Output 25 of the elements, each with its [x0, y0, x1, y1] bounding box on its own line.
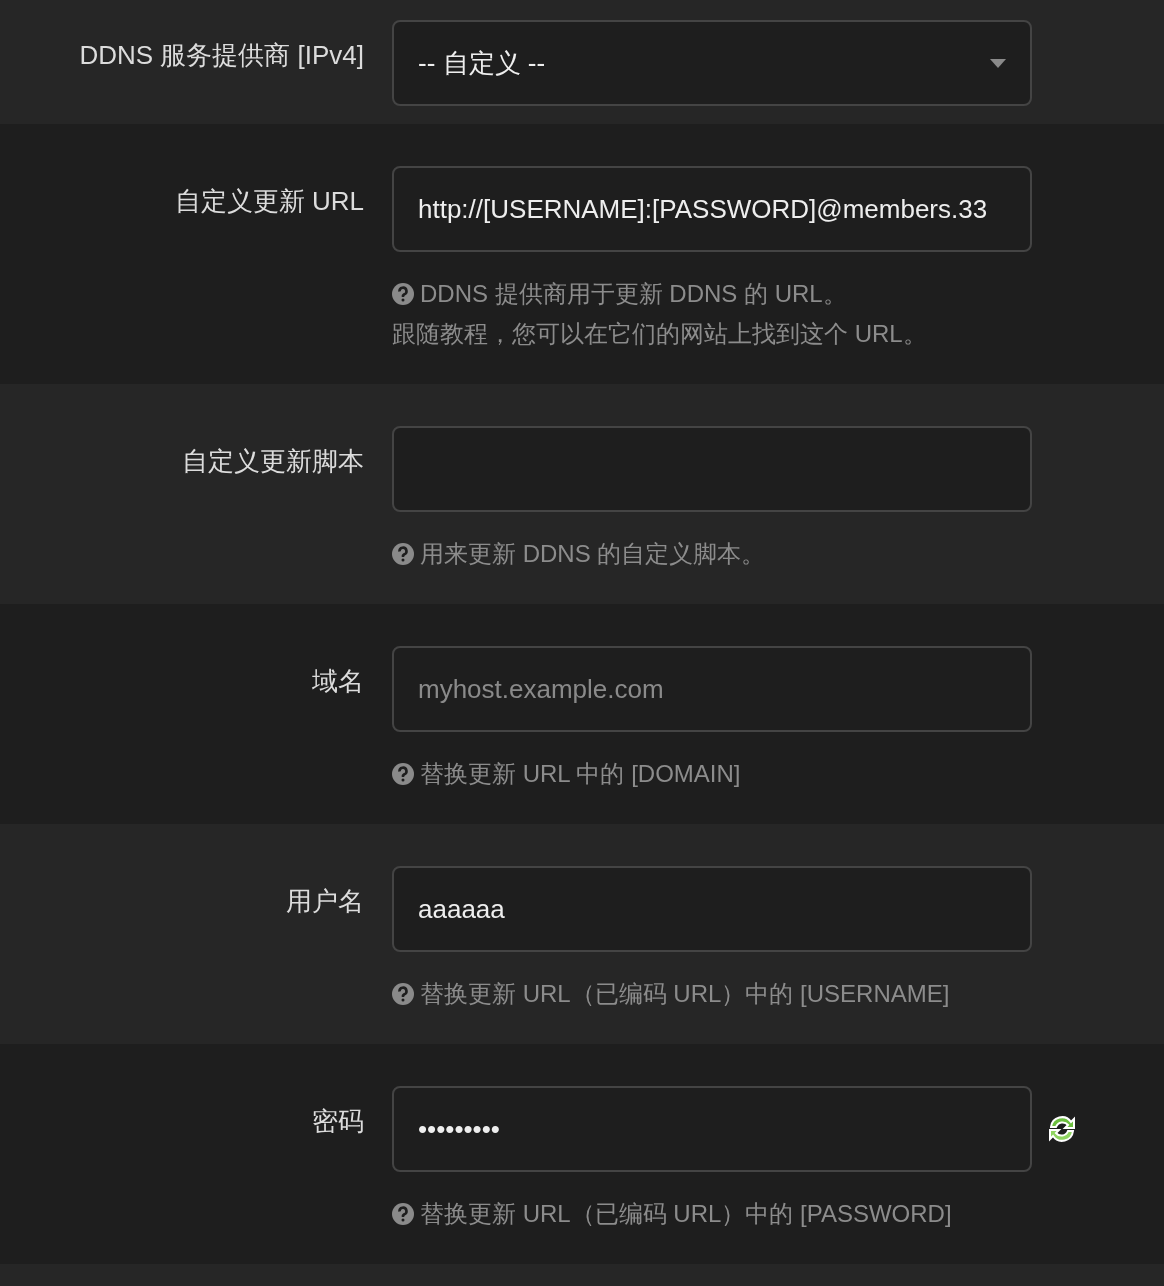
help-icon	[392, 1203, 414, 1225]
help-icon	[392, 543, 414, 565]
field-label: 域名	[311, 665, 364, 698]
field-label: 用户名	[285, 885, 364, 918]
input-field[interactable]	[392, 426, 1032, 512]
help-text: DDNS 提供商用于更新 DDNS 的 URL。	[420, 279, 847, 309]
help-text: 跟随教程，您可以在它们的网站上找到这个 URL。	[392, 319, 927, 349]
field-label: 自定义更新脚本	[181, 445, 364, 478]
input-field[interactable]: •••••••••	[392, 1086, 1032, 1172]
field-label: 自定义更新 URL	[173, 185, 364, 218]
input-field[interactable]: myhost.example.com	[392, 646, 1032, 732]
input-field[interactable]: http://[USERNAME]:[PASSWORD]@members.33	[392, 166, 1032, 252]
help-text: 替换更新 URL（已编码 URL）中的 [PASSWORD]	[420, 1199, 952, 1229]
field-label: DDNS 服务提供商 [IPv4]	[78, 39, 364, 72]
help-text: 替换更新 URL 中的 [DOMAIN]	[420, 759, 741, 789]
caret-icon	[990, 58, 1006, 68]
field-label: 密码	[311, 1105, 364, 1138]
provider-dropdown[interactable]: -- 自定义 --	[392, 20, 1032, 106]
help-icon	[392, 983, 414, 1005]
help-text: 用来更新 DDNS 的自定义脚本。	[420, 539, 766, 569]
help-icon	[392, 283, 414, 305]
help-text: 替换更新 URL（已编码 URL）中的 [USERNAME]	[420, 979, 950, 1009]
input-field[interactable]: aaaaaa	[392, 866, 1032, 952]
refresh-icon[interactable]	[1046, 1113, 1078, 1145]
help-icon	[392, 763, 414, 785]
